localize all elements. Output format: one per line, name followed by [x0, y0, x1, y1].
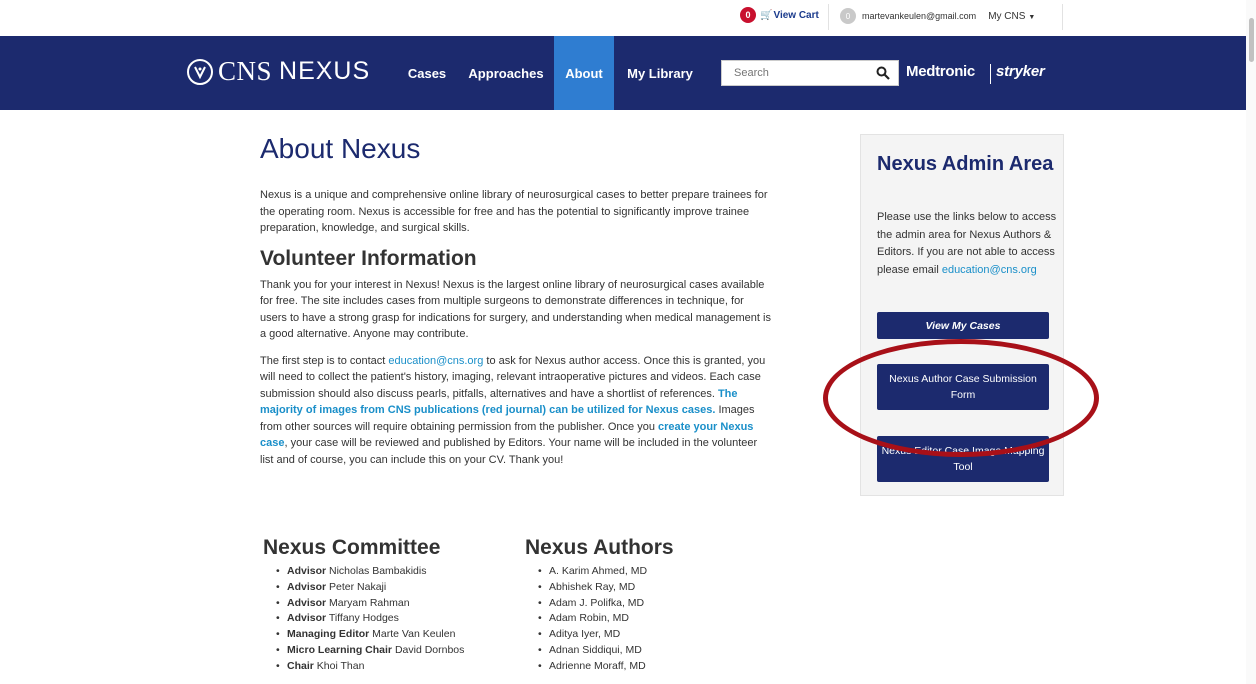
- committee-list: Advisor Nicholas Bambakidis Advisor Pete…: [263, 564, 464, 675]
- nav-about[interactable]: About: [554, 36, 614, 110]
- sidebar-title: Nexus Admin Area: [877, 153, 1054, 175]
- list-item: Advisor Nicholas Bambakidis: [276, 564, 464, 580]
- list-item: Managing Editor Marte Van Keulen: [276, 627, 464, 643]
- divider: [990, 64, 991, 84]
- list-item: A. Karim Ahmed, MD: [538, 564, 674, 580]
- intro-paragraph: Nexus is a unique and comprehensive onli…: [260, 189, 768, 234]
- authors-heading: Nexus Authors: [525, 536, 674, 559]
- list-item: Micro Learning Chair David Dornbos: [276, 643, 464, 659]
- list-item: Adnan Siddiqui, MD: [538, 643, 674, 659]
- admin-sidebar: Nexus Admin Area Please use the links be…: [860, 134, 1064, 496]
- page-title: About Nexus: [260, 133, 421, 164]
- main-content: About Nexus Nexus is a unique and compre…: [260, 133, 772, 478]
- search-icon: [876, 66, 890, 80]
- search-input[interactable]: [722, 61, 862, 85]
- scrollbar-thumb[interactable]: [1249, 18, 1254, 62]
- volunteer-paragraph-1: Thank you for your interest in Nexus! Ne…: [260, 278, 771, 341]
- nav-my-library[interactable]: My Library: [617, 36, 703, 110]
- list-item: Advisor Tiffany Hodges: [276, 611, 464, 627]
- cart-count-badge: 0: [740, 7, 756, 23]
- sidebar-email-link[interactable]: education@cns.org: [942, 264, 1037, 276]
- people-lists: Nexus Committee Advisor Nicholas Bambaki…: [263, 536, 783, 684]
- scrollbar[interactable]: [1246, 0, 1256, 684]
- nav-cases[interactable]: Cases: [402, 36, 452, 110]
- committee-section: Nexus Committee Advisor Nicholas Bambaki…: [263, 536, 464, 675]
- utility-bar: 0 🛒View Cart 0 martevankeulen@gmail.com …: [0, 0, 1256, 36]
- view-my-cases-button[interactable]: View My Cases: [877, 312, 1049, 339]
- list-item: Advisor Peter Nakaji: [276, 580, 464, 596]
- list-item: Adrienne Moraff, MD: [538, 659, 674, 675]
- logo-cns-text: CNS: [218, 56, 273, 86]
- view-cart-label: View Cart: [773, 9, 819, 21]
- search-box: [721, 60, 899, 86]
- volunteer-heading: Volunteer Information: [260, 246, 477, 270]
- user-email: martevankeulen@gmail.com: [862, 11, 977, 21]
- author-case-submission-button[interactable]: Nexus Author Case Submission Form: [877, 364, 1049, 410]
- divider: [1062, 4, 1063, 30]
- cart-icon: 🛒: [760, 9, 773, 21]
- chevron-down-icon: ▼: [1028, 13, 1036, 21]
- cns-nexus-logo[interactable]: CNS NEXUS: [187, 56, 370, 87]
- cns-emblem-icon: [187, 58, 213, 85]
- view-cart-link[interactable]: 0 🛒View Cart: [740, 7, 819, 23]
- list-item: Advisor Maryam Rahman: [276, 596, 464, 612]
- nav-approaches[interactable]: Approaches: [463, 36, 549, 110]
- volunteer-paragraph-2: The first step is to contact education@c…: [260, 354, 766, 466]
- divider: [828, 4, 829, 30]
- list-item: Abhishek Ray, MD: [538, 580, 674, 596]
- logo-nexus-text: NEXUS: [279, 57, 371, 85]
- search-button[interactable]: [868, 61, 898, 85]
- committee-heading: Nexus Committee: [263, 536, 441, 559]
- authors-list: A. Karim Ahmed, MD Abhishek Ray, MD Adam…: [525, 564, 674, 675]
- main-navbar: CNS NEXUS Cases Approaches About My Libr…: [0, 36, 1256, 110]
- list-item: Chair Khoi Than: [276, 659, 464, 675]
- editor-image-mapping-button[interactable]: Nexus Editor Case Image Mapping Tool: [877, 436, 1049, 482]
- user-menu[interactable]: 0 martevankeulen@gmail.com My CNS ▼: [840, 8, 1035, 24]
- authors-section: Nexus Authors A. Karim Ahmed, MD Abhishe…: [525, 536, 674, 675]
- my-cns-dropdown[interactable]: My CNS ▼: [988, 11, 1035, 22]
- sidebar-text: Please use the links below to access the…: [877, 211, 1057, 276]
- avatar: 0: [840, 8, 856, 24]
- list-item: Adam J. Polifka, MD: [538, 596, 674, 612]
- sponsor-medtronic[interactable]: Medtronic: [906, 63, 975, 80]
- list-item: Aditya Iyer, MD: [538, 627, 674, 643]
- sponsor-stryker[interactable]: stryker: [996, 63, 1045, 80]
- list-item: Adam Robin, MD: [538, 611, 674, 627]
- education-email-link[interactable]: education@cns.org: [388, 355, 483, 367]
